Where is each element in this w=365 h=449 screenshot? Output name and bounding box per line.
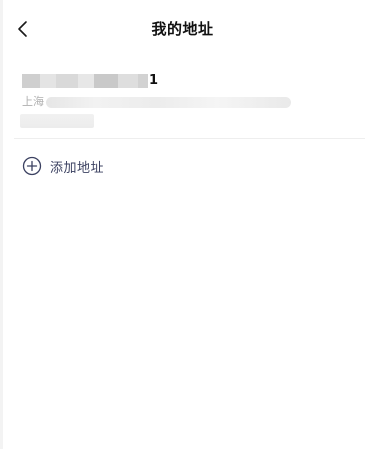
page-title: 我的地址 — [151, 20, 214, 38]
phone-tail: 1 — [149, 73, 159, 88]
add-address-button[interactable]: 添加地址 — [22, 154, 104, 178]
redacted-address — [46, 96, 291, 108]
address-card[interactable]: 1 上海 — [0, 62, 365, 138]
plus-circle-icon — [22, 156, 42, 176]
nav-bar: 我的地址 — [0, 0, 365, 58]
redacted-phone — [118, 74, 138, 88]
address-city: 上海 — [22, 95, 44, 108]
address-name-phone: 1 — [22, 72, 158, 90]
redacted-name — [22, 74, 40, 88]
address-detail: 上海 — [22, 94, 291, 110]
divider — [14, 138, 365, 139]
redacted-address-line2 — [20, 114, 94, 128]
add-address-label: 添加地址 — [50, 160, 105, 176]
